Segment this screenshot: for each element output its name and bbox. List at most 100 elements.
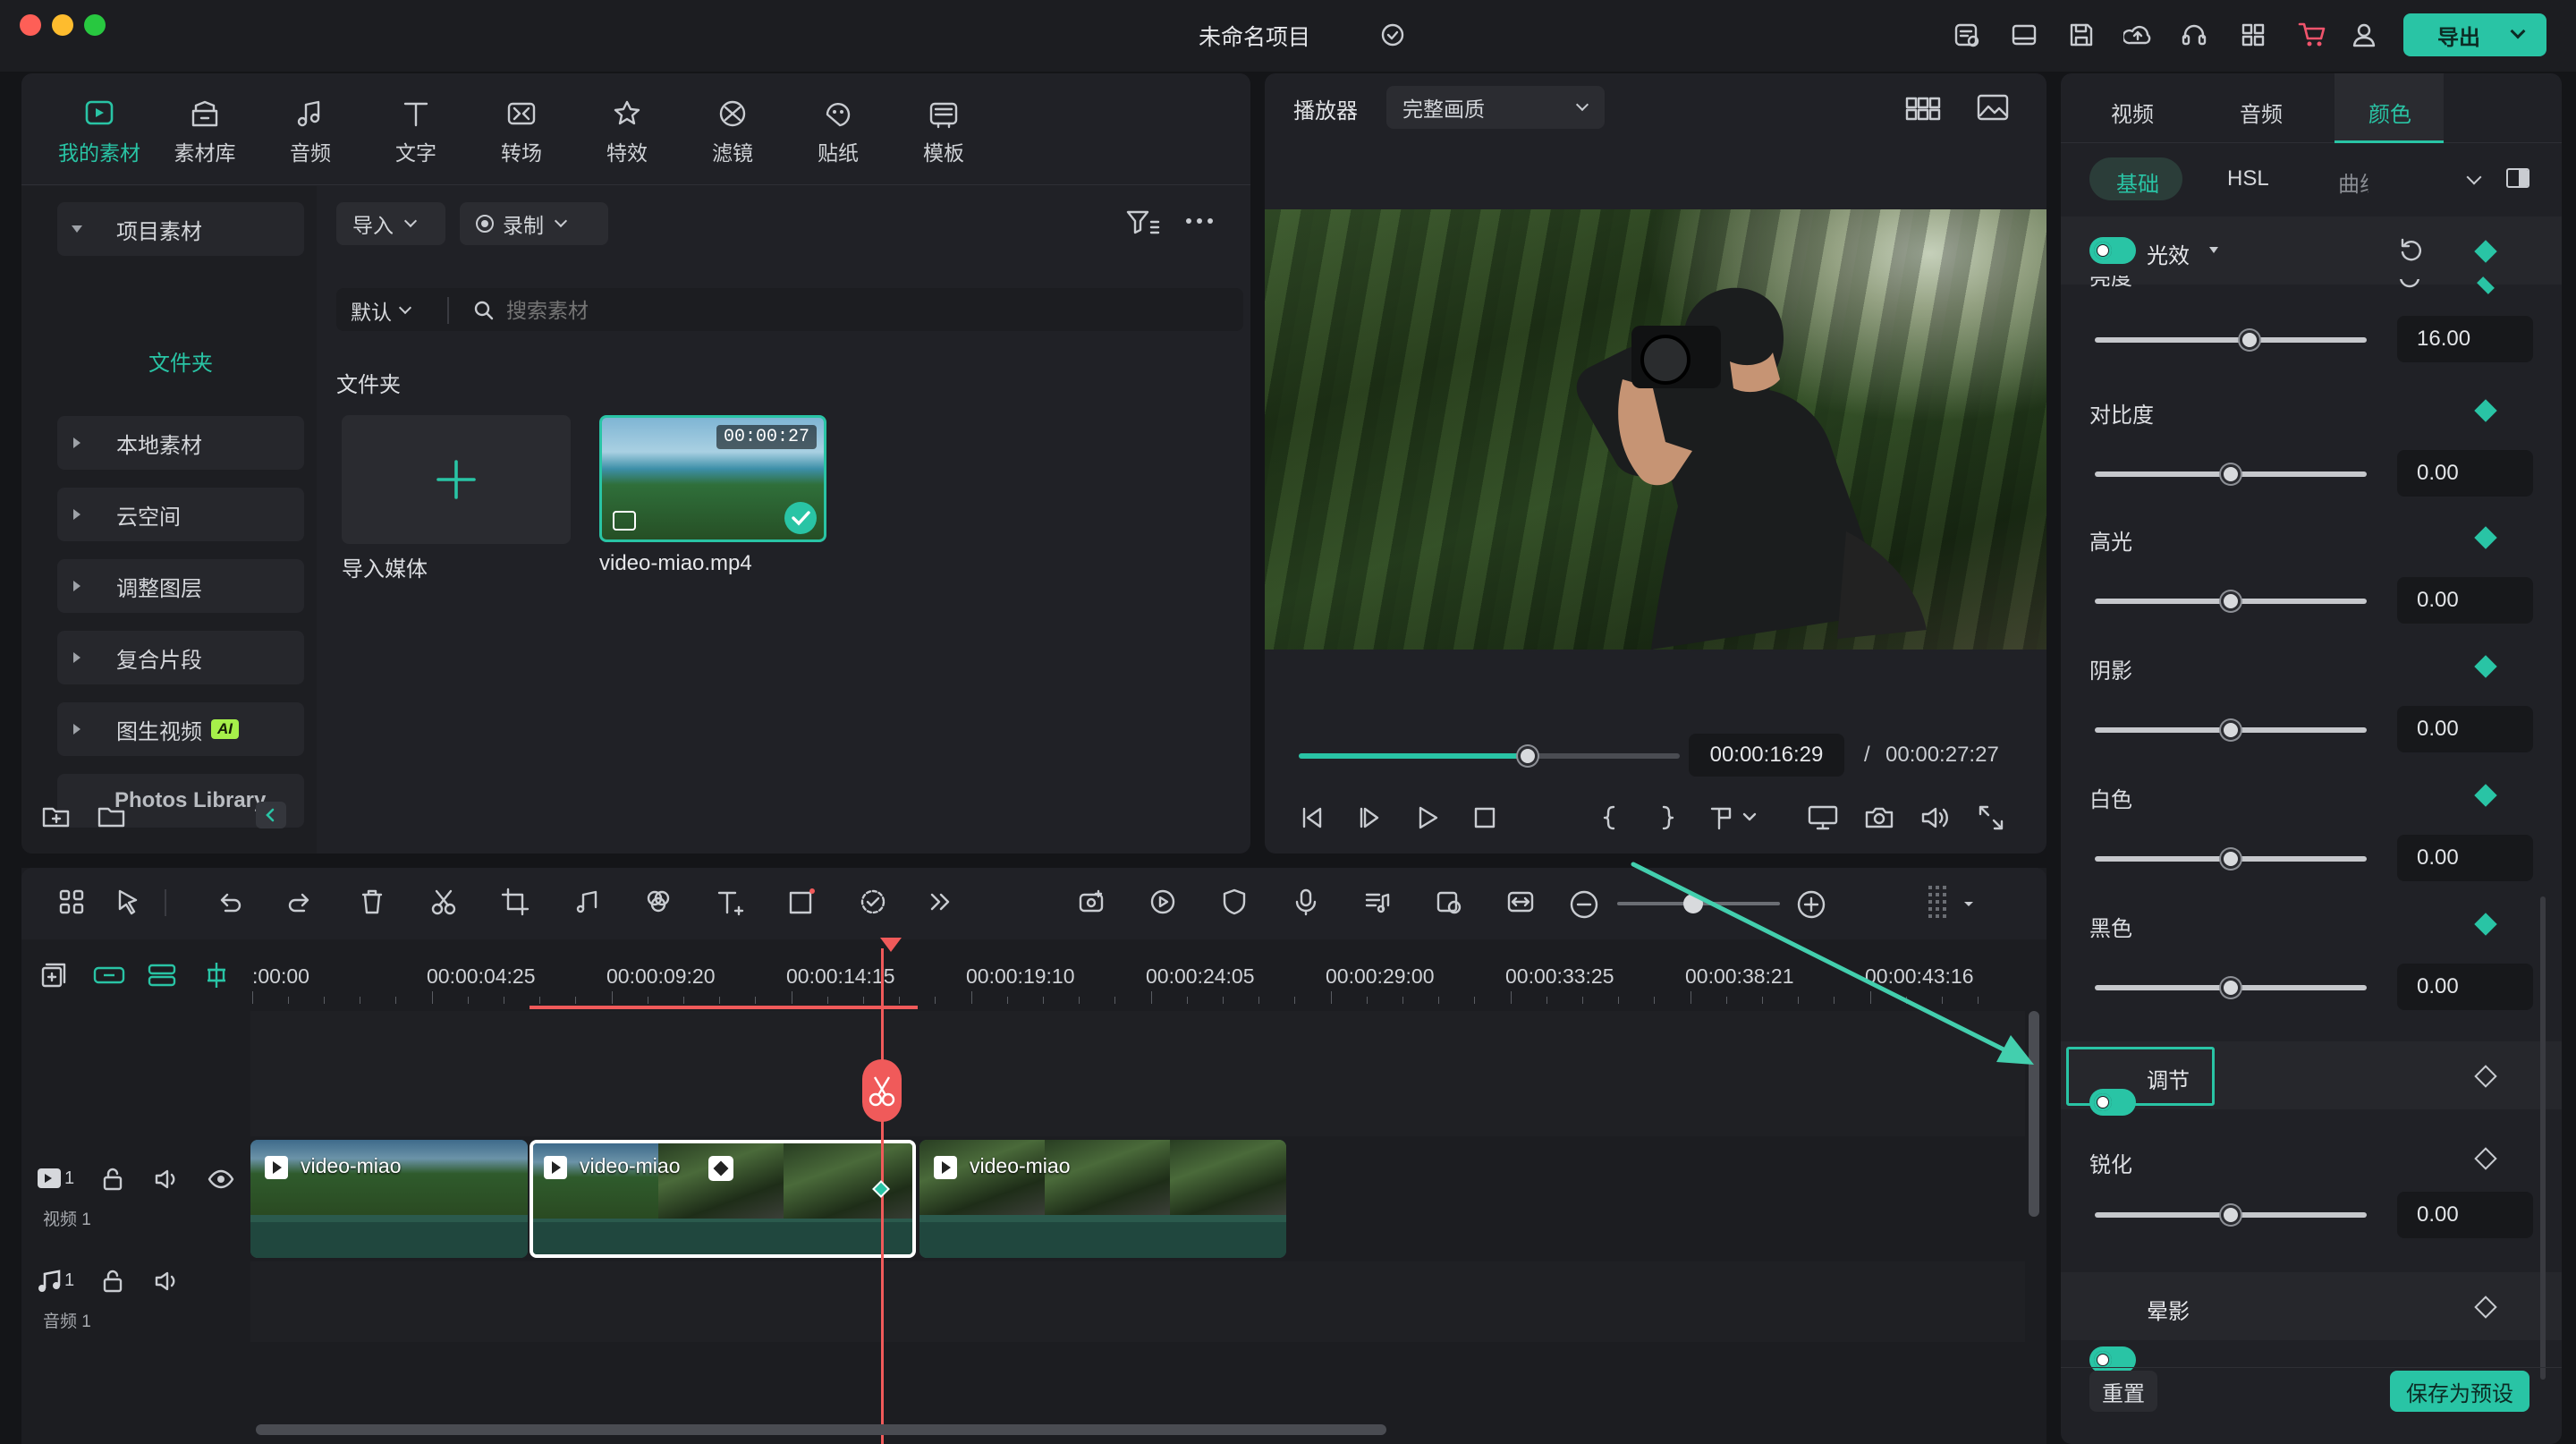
tab-media-2[interactable]: 音频	[261, 98, 360, 166]
insert-icon[interactable]	[1708, 803, 1762, 832]
keyframe-diamond-icon[interactable]	[2474, 784, 2497, 807]
sidebar-item-image-to-video[interactable]: 图生视频 AI	[57, 702, 304, 756]
remove-folder-icon[interactable]	[97, 803, 127, 830]
keyframe-icon[interactable]	[1953, 21, 1980, 48]
light-dropdown-icon[interactable]	[2209, 247, 2218, 253]
tab-video[interactable]: 视频	[2111, 97, 2154, 128]
record-dropdown[interactable]: 录制	[460, 202, 608, 245]
filter-sort-icon[interactable]	[1125, 208, 1161, 238]
property-slider-knob[interactable]	[2221, 978, 2241, 998]
compare-icon[interactable]	[2506, 168, 2529, 188]
volume-icon[interactable]	[1919, 803, 1950, 832]
subtab-hsl[interactable]: HSL	[2227, 166, 2269, 191]
property-slider-knob[interactable]	[2221, 464, 2241, 484]
redo-icon[interactable]	[286, 888, 315, 916]
add-text-icon[interactable]	[716, 888, 744, 916]
snap-icon[interactable]	[202, 961, 231, 990]
keyframe-diamond-icon[interactable]	[2474, 913, 2497, 936]
export-button[interactable]: 导出	[2403, 13, 2546, 56]
property-slider-knob[interactable]	[2221, 720, 2241, 740]
audio-settings-icon[interactable]	[1363, 888, 1392, 916]
tab-media-3[interactable]: 文字	[367, 98, 465, 166]
property-value[interactable]: 0.00	[2397, 835, 2533, 881]
more-tools-icon[interactable]	[927, 888, 955, 916]
shield-icon[interactable]	[1220, 888, 1249, 916]
property-value[interactable]: 0.00	[2397, 706, 2533, 752]
property-value[interactable]: 0.00	[2397, 964, 2533, 1010]
quality-dropdown[interactable]: 完整画质	[1386, 86, 1605, 129]
sidebar-item-compound-clip[interactable]: 复合片段	[57, 631, 304, 684]
cart-icon[interactable]	[2297, 20, 2327, 48]
mark-out-icon[interactable]	[1657, 803, 1678, 832]
reset-icon[interactable]	[2397, 236, 2426, 265]
stop-icon[interactable]	[1470, 803, 1499, 832]
speed-icon[interactable]	[1148, 888, 1177, 916]
tab-media-4[interactable]: 转场	[472, 98, 571, 166]
undo-icon[interactable]	[215, 888, 243, 916]
timeline-horizontal-scrollbar[interactable]	[256, 1424, 1386, 1435]
layout-icon[interactable]	[2011, 21, 2038, 48]
sidebar-item-local-media[interactable]: 本地素材	[57, 416, 304, 470]
save-icon[interactable]	[2068, 21, 2095, 48]
property-slider-knob[interactable]	[2221, 849, 2241, 869]
ai-cutout-icon[interactable]	[859, 888, 887, 916]
multi-select-icon[interactable]	[57, 888, 86, 916]
video-preview[interactable]	[1265, 209, 2046, 650]
minimize-window-button[interactable]	[52, 14, 73, 36]
current-time[interactable]: 00:00:16:29	[1689, 734, 1844, 777]
crop-icon[interactable]	[501, 888, 530, 916]
previous-frame-icon[interactable]	[1297, 803, 1326, 832]
close-window-button[interactable]	[20, 14, 41, 36]
mute-icon[interactable]	[154, 1167, 181, 1192]
reset-icon[interactable]	[2397, 279, 2422, 288]
tab-media-7[interactable]: 贴纸	[789, 98, 887, 166]
cloud-upload-icon[interactable]	[2123, 21, 2152, 48]
keyframe-diamond-icon[interactable]	[2474, 526, 2497, 549]
tab-media-1[interactable]: 素材库	[156, 98, 254, 166]
play-icon[interactable]	[1413, 803, 1442, 832]
light-toggle[interactable]	[2089, 237, 2136, 264]
property-value[interactable]: 0.00	[2397, 450, 2533, 497]
link-track-icon[interactable]	[93, 961, 125, 990]
sidebar-item-folder[interactable]: 文件夹	[57, 345, 304, 377]
tab-media-0[interactable]: 我的素材	[50, 98, 148, 166]
lock-icon[interactable]	[100, 1269, 125, 1294]
keyframe-diamond-icon[interactable]	[2474, 399, 2497, 422]
search-input[interactable]	[506, 295, 1222, 326]
add-track-icon[interactable]	[39, 961, 68, 990]
timeline-clip[interactable]: video-miao	[250, 1140, 528, 1258]
audio-detach-icon[interactable]	[572, 888, 601, 916]
sidebar-item-adjustment-layer[interactable]: 调整图层	[57, 559, 304, 613]
tab-audio[interactable]: 音频	[2240, 97, 2283, 128]
import-media-tile[interactable]	[342, 415, 571, 544]
timeline-clip[interactable]: video-miao	[919, 1140, 1286, 1258]
tab-media-6[interactable]: 滤镜	[683, 98, 782, 166]
subtab-basic[interactable]: 基础	[2116, 166, 2159, 198]
vignette-toggle[interactable]	[2089, 1346, 2136, 1373]
sidebar-item-cloud[interactable]: 云空间	[57, 488, 304, 541]
image-view-icon[interactable]	[1977, 93, 2009, 122]
reset-button[interactable]: 重置	[2089, 1371, 2157, 1412]
sort-dropdown[interactable]: 默认	[351, 295, 440, 326]
work-area-range[interactable]	[530, 1006, 918, 1009]
media-clip-thumbnail[interactable]: 00:00:27	[599, 415, 826, 542]
color-match-icon[interactable]	[644, 888, 673, 916]
sharpen-value[interactable]: 0.00	[2397, 1192, 2533, 1238]
fullscreen-icon[interactable]	[1977, 803, 2005, 832]
adjust-toggle[interactable]	[2089, 1089, 2136, 1116]
mark-in-icon[interactable]	[1599, 803, 1621, 832]
import-dropdown[interactable]: 导入	[336, 202, 445, 245]
delete-icon[interactable]	[358, 888, 386, 916]
playback-progress-track[interactable]	[1299, 753, 1680, 759]
mute-icon[interactable]	[154, 1269, 181, 1294]
more-options-icon[interactable]	[1184, 217, 1215, 225]
export-dropdown-chevron-icon[interactable]	[2510, 23, 2526, 39]
keyframe-diamond-icon[interactable]	[2474, 655, 2497, 678]
next-frame-icon[interactable]	[1356, 803, 1385, 832]
save-preset-button[interactable]: 保存为预设	[2390, 1371, 2529, 1412]
property-slider-knob[interactable]	[2240, 330, 2260, 350]
microphone-icon[interactable]	[1292, 888, 1320, 916]
select-tool-icon[interactable]	[114, 888, 143, 916]
tab-media-5[interactable]: 特效	[578, 98, 676, 166]
subtab-curves[interactable]: 曲线	[2338, 166, 2368, 198]
